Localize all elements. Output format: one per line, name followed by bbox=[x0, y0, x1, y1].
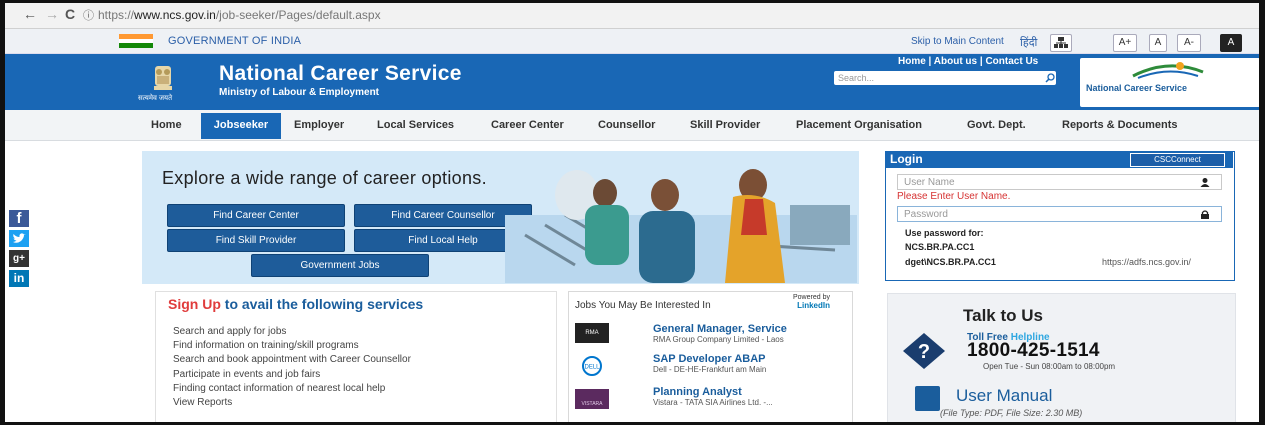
ncs-logo-text: National Career Service bbox=[1086, 83, 1188, 93]
helpline-hours: Open Tue - Sun 08:00am to 08:00pm bbox=[983, 362, 1116, 371]
service-item: Search and book appointment with Career … bbox=[173, 354, 411, 365]
url-host: www.ncs.gov.in bbox=[134, 8, 216, 22]
font-normal-button[interactable]: A bbox=[1149, 34, 1167, 52]
menu-home[interactable]: Home bbox=[151, 119, 182, 131]
national-emblem-icon bbox=[154, 66, 172, 90]
government-jobs-button[interactable]: Government Jobs bbox=[251, 254, 429, 277]
menu-employer[interactable]: Employer bbox=[294, 119, 344, 131]
vistara-logo: VISTARA bbox=[575, 389, 609, 409]
search-icon[interactable] bbox=[1045, 73, 1055, 83]
menu-local-services[interactable]: Local Services bbox=[377, 119, 454, 131]
service-item: View Reports bbox=[173, 397, 233, 408]
forward-button[interactable]: → bbox=[45, 6, 59, 22]
user-icon bbox=[1200, 178, 1210, 187]
twitter-icon[interactable] bbox=[9, 230, 29, 247]
jobs-title: Jobs You May Be Interested In bbox=[575, 300, 711, 311]
signup-link[interactable]: Sign Up bbox=[168, 296, 221, 312]
high-contrast-button[interactable]: A bbox=[1220, 34, 1242, 52]
hindi-link[interactable]: हिंदी bbox=[1020, 35, 1037, 50]
back-button[interactable]: ← bbox=[23, 6, 37, 22]
page-frame: ← → C ⓘ https://www.ncs.gov.in/job-seeker… bbox=[0, 0, 1265, 425]
helpline-number[interactable]: 1800-425-1514 bbox=[967, 340, 1100, 362]
menu-counsellor[interactable]: Counsellor bbox=[598, 119, 655, 131]
job-company: Vistara - TATA SIA Airlines Ltd. -... bbox=[653, 398, 773, 407]
service-item: Participate in events and job fairs bbox=[173, 369, 321, 380]
job-company: Dell - DE-HE-Frankfurt am Main bbox=[653, 365, 767, 374]
menu-reports-documents[interactable]: Reports & Documents bbox=[1062, 119, 1178, 131]
dell-logo: DELL bbox=[575, 356, 609, 376]
url-path: /job-seeker/Pages/default.aspx bbox=[215, 8, 381, 22]
site-header bbox=[5, 54, 1259, 110]
signup-title: Sign Up to avail the following services bbox=[168, 296, 423, 312]
lock-icon bbox=[1201, 210, 1209, 219]
password-note: Use password for: bbox=[905, 228, 984, 238]
reload-button[interactable]: C bbox=[65, 6, 75, 22]
service-item: Find information on training/skill progr… bbox=[173, 340, 359, 351]
account-1: NCS.BR.PA.CC1 bbox=[905, 242, 975, 252]
india-flag-icon bbox=[119, 34, 153, 48]
service-item: Search and apply for jobs bbox=[173, 326, 287, 337]
menu-govt-dept[interactable]: Govt. Dept. bbox=[967, 119, 1026, 131]
svg-text:?: ? bbox=[918, 341, 930, 363]
url-prefix: https:// bbox=[98, 8, 135, 22]
username-input[interactable]: User Name bbox=[897, 174, 1222, 190]
talk-title: Talk to Us bbox=[963, 306, 1043, 325]
account-2: dget\NCS.BR.PA.CC1 bbox=[905, 257, 996, 267]
site-subtitle: Ministry of Labour & Employment bbox=[219, 87, 380, 98]
menu-career-center[interactable]: Career Center bbox=[491, 119, 564, 131]
powered-by: Powered by LinkedIn bbox=[793, 294, 830, 310]
gov-label[interactable]: GOVERNMENT OF INDIA bbox=[168, 35, 301, 47]
file-type-info: (File Type: PDF, File Size: 2.30 MB) bbox=[940, 408, 1083, 418]
menu-skill-provider[interactable]: Skill Provider bbox=[690, 119, 760, 131]
menu-jobseeker[interactable]: Jobseeker bbox=[201, 113, 281, 139]
job-title-link[interactable]: General Manager, Service bbox=[653, 323, 787, 335]
linkedin-icon[interactable]: in bbox=[9, 270, 29, 287]
banner-title: Explore a wide range of career options. bbox=[162, 168, 487, 188]
emblem-caption: सत्यमेव जयते bbox=[138, 95, 173, 102]
password-input[interactable]: Password bbox=[897, 206, 1222, 222]
username-error: Please Enter User Name. bbox=[897, 191, 1011, 202]
job-company: RMA Group Company Limited - Laos bbox=[653, 335, 784, 344]
search-input[interactable]: Search... bbox=[834, 71, 1056, 85]
menu-jobseeker-label: Jobseeker bbox=[213, 119, 269, 131]
linkedin-logo: LinkedIn bbox=[797, 301, 830, 310]
font-smaller-button[interactable]: A- bbox=[1177, 34, 1201, 52]
site-title[interactable]: National Career Service bbox=[219, 62, 462, 86]
job-title-link[interactable]: SAP Developer ABAP bbox=[653, 353, 765, 365]
ncs-logo-swoosh-icon bbox=[1132, 62, 1204, 79]
info-icon[interactable]: ⓘ bbox=[83, 10, 94, 22]
banner-people-image bbox=[505, 169, 857, 283]
login-title: Login bbox=[890, 152, 923, 166]
csc-connect-button[interactable]: CSCConnect bbox=[1130, 153, 1225, 167]
menu-placement-organisation[interactable]: Placement Organisation bbox=[796, 119, 922, 131]
book-icon bbox=[915, 386, 940, 411]
google-plus-icon[interactable]: g+ bbox=[9, 250, 29, 267]
adfs-link[interactable]: https://adfs.ncs.gov.in/ bbox=[1102, 257, 1191, 267]
font-larger-button[interactable]: A+ bbox=[1113, 34, 1137, 52]
job-title-link[interactable]: Planning Analyst bbox=[653, 386, 742, 398]
facebook-icon[interactable]: f bbox=[9, 210, 29, 227]
signup-title-rest: to avail the following services bbox=[220, 296, 424, 312]
find-skill-provider-button[interactable]: Find Skill Provider bbox=[167, 229, 345, 252]
rma-logo: RMA bbox=[575, 323, 609, 343]
sitemap-icon[interactable] bbox=[1050, 34, 1072, 52]
find-career-center-button[interactable]: Find Career Center bbox=[167, 204, 345, 227]
skip-to-main-link[interactable]: Skip to Main Content bbox=[911, 36, 1004, 47]
header-links[interactable]: Home | About us | Contact Us bbox=[898, 56, 1038, 67]
dell-logo-text: DELL bbox=[584, 365, 600, 371]
user-manual-link[interactable]: User Manual bbox=[956, 386, 1052, 406]
powered-by-label: Powered by bbox=[793, 294, 830, 301]
address-bar[interactable]: ⓘ https://www.ncs.gov.in/job-seeker/Pages… bbox=[83, 6, 1251, 24]
service-item: Finding contact information of nearest l… bbox=[173, 383, 386, 394]
help-icon: ? bbox=[903, 333, 945, 369]
